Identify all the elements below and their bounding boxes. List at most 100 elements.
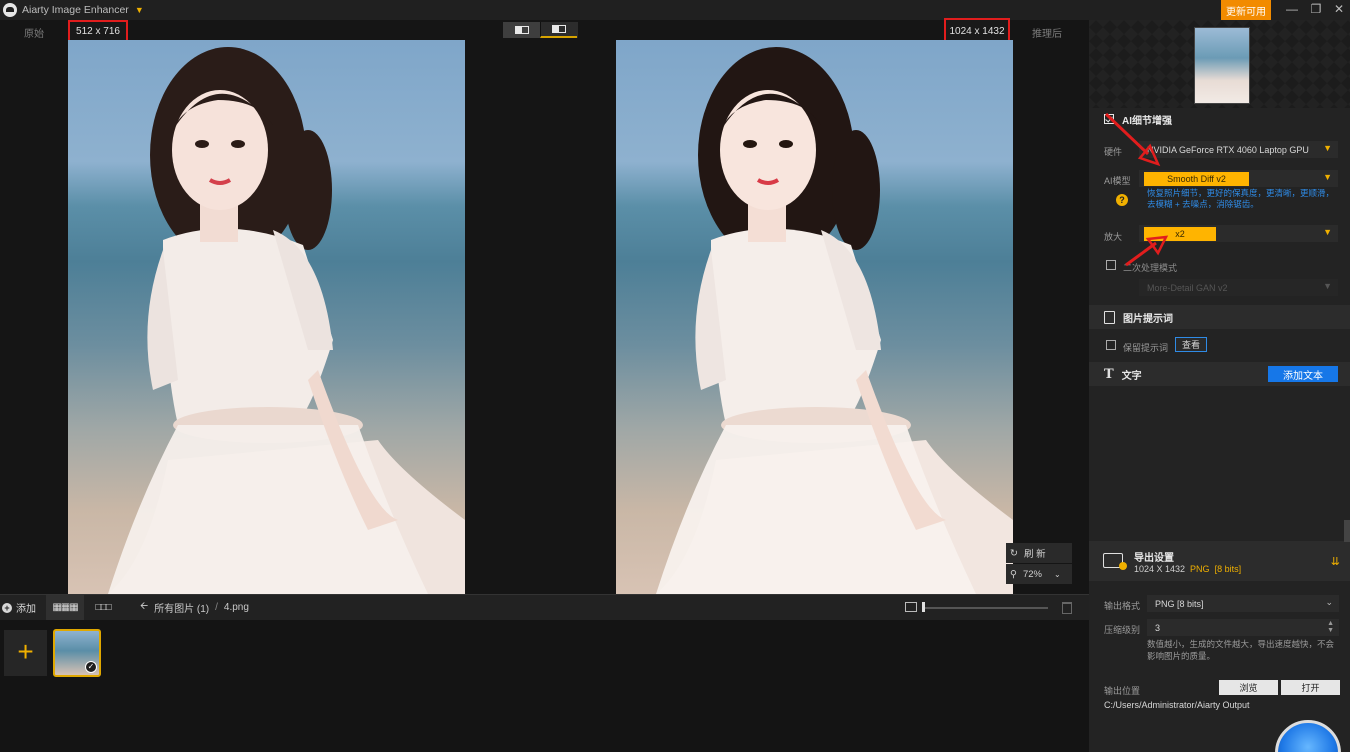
second-pass-model-select: More-Detail GAN v2 ▼ xyxy=(1139,279,1338,296)
export-bits: [8 bits] xyxy=(1214,564,1242,574)
trash-icon[interactable] xyxy=(1062,602,1072,614)
compression-input[interactable]: 3 ▲ ▼ xyxy=(1147,619,1339,636)
app-logo-icon xyxy=(3,3,17,17)
hardware-value: NVIDIA GeForce RTX 4060 Laptop GPU xyxy=(1147,144,1309,155)
settings-panel: AI细节增强 硬件 NVIDIA GeForce RTX 4060 Laptop… xyxy=(1089,20,1350,752)
ai-model-value: Smooth Diff v2 xyxy=(1144,172,1249,186)
stepper-arrows-icon[interactable]: ▲ ▼ xyxy=(1327,620,1334,634)
gear-icon xyxy=(1119,562,1127,570)
add-label: 添加 xyxy=(16,604,36,615)
update-available-button[interactable]: 更新可用 xyxy=(1221,0,1271,20)
breadcrumb-current-file: 4.png xyxy=(223,602,249,613)
output-location-label: 输出位置 xyxy=(1104,686,1141,696)
image-size-icon xyxy=(905,602,917,612)
compression-description: 数值越小，生成的文件越大，导出速度越快，不会影响图片的质量。 xyxy=(1147,639,1335,661)
ai-model-hint: 恢复照片细节，更好的保真度，更清晰，更顺滑，去模糊 + 去噪点，消除锯齿。 xyxy=(1147,188,1335,209)
split-view-icon xyxy=(514,26,529,34)
breadcrumb-separator: / xyxy=(215,602,218,613)
chevron-down-icon: ▼ xyxy=(1323,143,1332,153)
side-by-side-icon xyxy=(552,25,566,33)
refresh-label: 刷 新 xyxy=(1023,549,1046,560)
original-resolution-badge: 512 x 716 xyxy=(68,20,128,42)
minimize-icon[interactable]: — xyxy=(1285,2,1299,16)
keep-prompt-label: 保留提示词 xyxy=(1123,343,1169,353)
ai-enhance-title: AI细节增强 xyxy=(1122,115,1172,127)
refresh-button[interactable]: ↻ 刷 新 xyxy=(1006,543,1072,563)
split-view-button[interactable] xyxy=(503,22,540,38)
double-chevron-down-icon[interactable]: ⇊ xyxy=(1331,555,1340,568)
app-menu-chevron-down-icon[interactable]: ▼ xyxy=(135,5,144,15)
app-title: Aiarty Image Enhancer xyxy=(22,4,129,16)
export-resolution: 1024 X 1432 xyxy=(1134,564,1186,574)
add-image-tile[interactable]: + xyxy=(4,630,47,676)
after-label: 推理后 xyxy=(1032,29,1062,40)
hardware-select[interactable]: NVIDIA GeForce RTX 4060 Laptop GPU ▼ xyxy=(1139,141,1338,158)
add-text-button[interactable]: 添加文本 xyxy=(1268,366,1338,382)
keep-prompt-checkbox[interactable] xyxy=(1106,340,1116,350)
chevron-down-icon: ▼ xyxy=(1323,227,1332,237)
thumbnail-strip: + ✓ xyxy=(0,620,1089,752)
output-path: C:/Users/Administrator/Aiarty Output xyxy=(1104,700,1250,710)
zoom-level-value: 72% xyxy=(1022,568,1042,580)
compare-mode-toggle[interactable] xyxy=(503,22,578,38)
preview-area xyxy=(1089,20,1350,108)
add-image-button[interactable]: + 添加 xyxy=(0,600,46,615)
scale-label: 放大 xyxy=(1104,232,1123,242)
text-title: 文字 xyxy=(1121,370,1142,382)
preview-thumbnail[interactable] xyxy=(1194,27,1250,104)
portrait-illustration-enhanced xyxy=(656,47,1013,594)
open-folder-button[interactable]: 打开 xyxy=(1281,680,1340,695)
document-icon xyxy=(1104,310,1115,324)
scale-value: x2 xyxy=(1144,227,1216,241)
ai-enhance-header[interactable]: AI细节增强 xyxy=(1089,107,1350,131)
breadcrumb: 🡨 所有图片 (1) / 4.png xyxy=(140,599,249,616)
plus-circle-icon: + xyxy=(2,602,12,613)
help-icon[interactable]: ? xyxy=(1116,194,1128,206)
image-prompt-header: 图片提示词 xyxy=(1089,305,1350,329)
filmstrip-view-tab[interactable]: □□□ xyxy=(84,595,122,621)
image-thumbnail[interactable]: ✓ xyxy=(53,629,101,677)
thumbnail-size-slider[interactable] xyxy=(924,607,1048,609)
view-prompt-button[interactable]: 查看 xyxy=(1175,337,1207,352)
side-by-side-view-button[interactable] xyxy=(540,22,577,38)
export-summary: 1024 X 1432 PNG [8 bits] xyxy=(1134,564,1241,574)
export-format-short: PNG xyxy=(1190,564,1210,574)
back-arrow-icon[interactable]: 🡨 xyxy=(140,599,148,616)
close-icon[interactable]: ✕ xyxy=(1332,2,1346,16)
second-pass-checkbox[interactable] xyxy=(1106,260,1116,270)
compression-label: 压缩级别 xyxy=(1104,625,1141,635)
output-format-label: 输出格式 xyxy=(1104,601,1141,611)
start-export-button[interactable] xyxy=(1275,720,1341,752)
export-settings-header[interactable]: 导出设置 1024 X 1432 PNG [8 bits] ⇊ xyxy=(1089,541,1350,581)
enhanced-image[interactable] xyxy=(616,40,1013,594)
zoom-level-control[interactable]: ⚲ 72% ⌄ xyxy=(1006,564,1072,584)
maximize-icon[interactable]: ❐ xyxy=(1309,2,1323,16)
hardware-label: 硬件 xyxy=(1104,147,1123,157)
second-pass-model-value: More-Detail GAN v2 xyxy=(1147,282,1228,293)
browse-button[interactable]: 浏览 xyxy=(1219,680,1278,695)
chevron-down-icon: ⌄ xyxy=(1053,569,1061,579)
magnifier-icon: ⚲ xyxy=(1010,568,1017,580)
ai-model-label: AI模型 xyxy=(1104,176,1131,186)
check-icon: ✓ xyxy=(85,661,97,673)
refresh-icon: ↻ xyxy=(1010,547,1018,559)
filmstrip-icon: □□□ xyxy=(95,602,111,613)
output-format-select[interactable]: PNG [8 bits] ⌄ xyxy=(1147,595,1339,612)
export-settings-title: 导出设置 xyxy=(1134,553,1174,564)
image-prompt-title: 图片提示词 xyxy=(1123,313,1173,325)
text-icon: T xyxy=(1104,366,1114,382)
breadcrumb-all-images[interactable]: 所有图片 (1) xyxy=(154,600,209,615)
portrait-illustration xyxy=(108,47,465,594)
image-viewer[interactable]: 原始 512 x 716 1024 x 1432 推理后 ↻ 刷 新 ⚲ 72%… xyxy=(0,18,1089,594)
ai-enhance-checkbox[interactable] xyxy=(1104,114,1114,124)
file-toolbar: + 添加 ▦▦▦ □□□ 🡨 所有图片 (1) / 4.png xyxy=(0,594,1089,621)
slider-handle[interactable] xyxy=(922,602,925,612)
output-format-value: PNG [8 bits] xyxy=(1155,598,1204,609)
panel-resize-handle[interactable] xyxy=(1344,520,1350,542)
grid-icon: ▦▦▦ xyxy=(52,602,78,613)
chevron-down-icon: ⌄ xyxy=(1325,597,1333,607)
chevron-down-icon: ▼ xyxy=(1323,172,1332,182)
original-image[interactable] xyxy=(68,40,465,594)
grid-view-tab[interactable]: ▦▦▦ xyxy=(46,594,84,621)
chevron-down-icon: ▼ xyxy=(1323,281,1332,291)
